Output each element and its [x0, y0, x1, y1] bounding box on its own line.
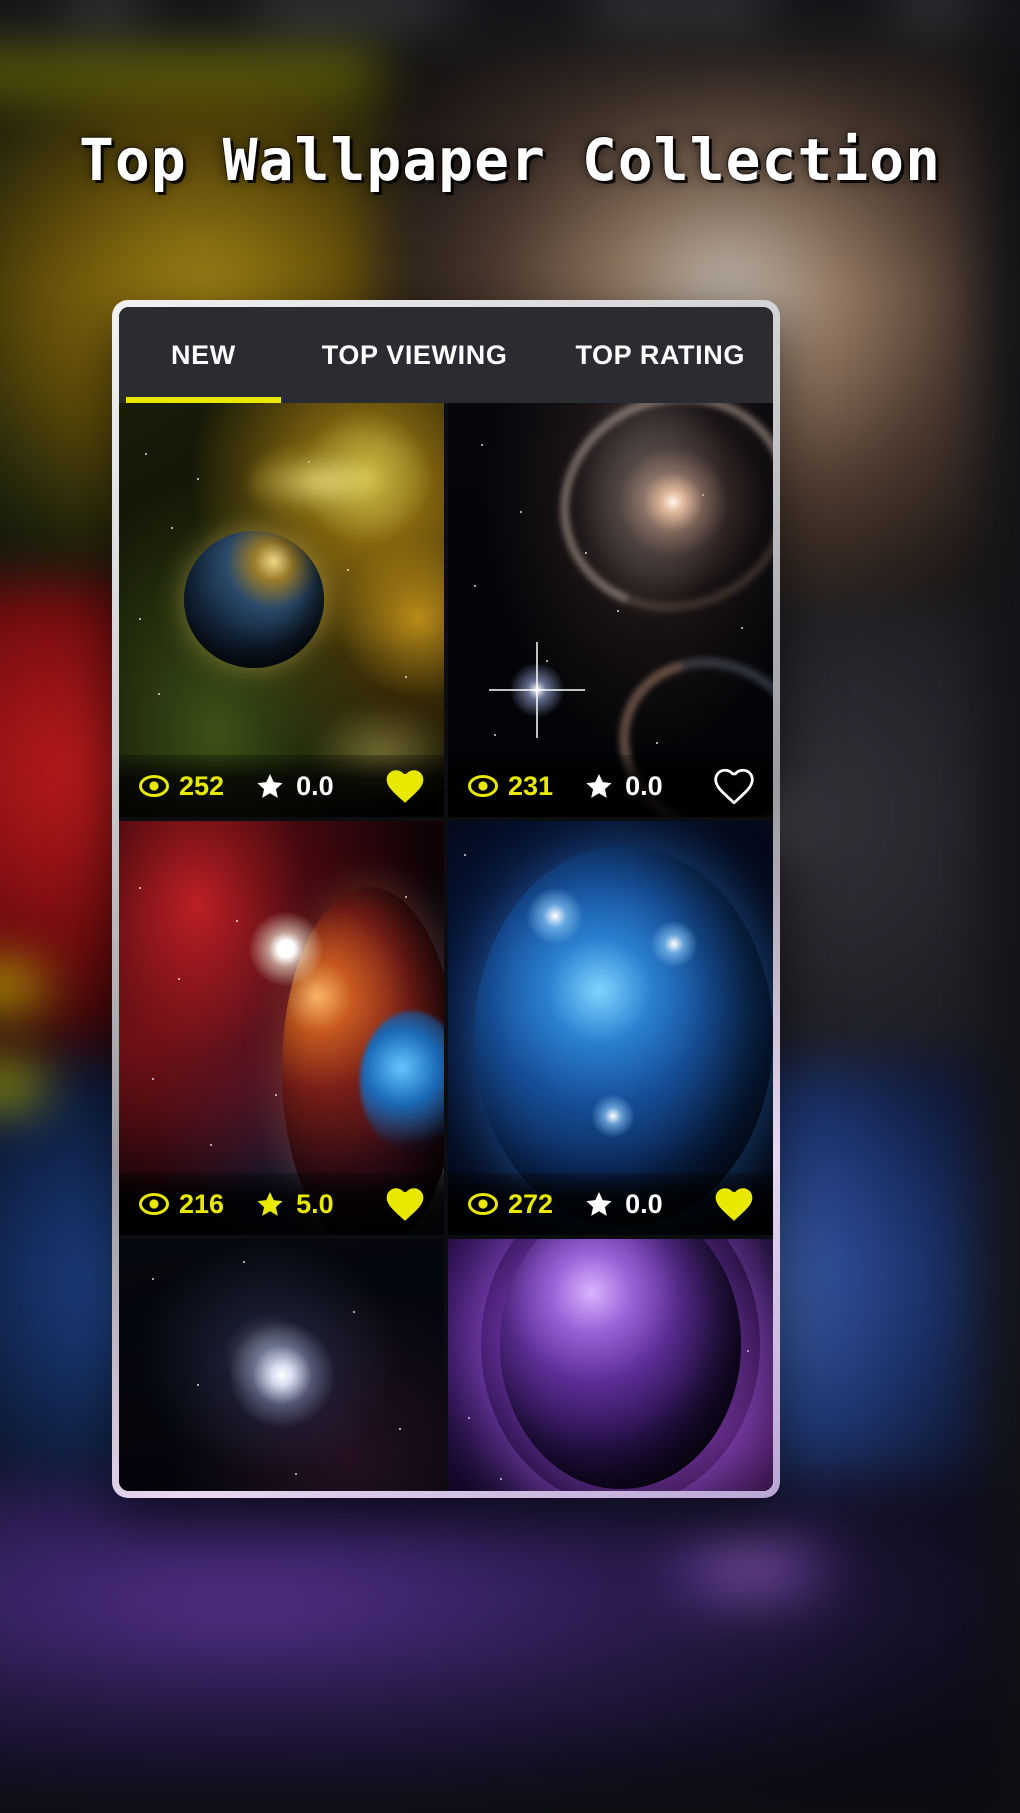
eye-icon: [139, 1193, 169, 1215]
rating-value: 0.0: [625, 770, 663, 801]
view-count: 252: [179, 770, 225, 801]
wallpaper-card[interactable]: 272 0.0: [448, 821, 773, 1235]
card-meta-bar: 252 0.0: [119, 755, 444, 817]
city-glow: [526, 887, 584, 946]
wallpaper-thumbnail: [448, 1239, 773, 1491]
planet-shape: [474, 845, 773, 1227]
city-glow: [649, 920, 698, 969]
rating-value: 0.0: [296, 770, 334, 801]
tab-top-viewing[interactable]: TOP VIEWING: [288, 307, 542, 403]
city-glow: [591, 1094, 635, 1139]
tab-new[interactable]: NEW: [119, 307, 288, 403]
heart-filled-icon[interactable]: [384, 765, 426, 807]
star-icon: [256, 1191, 284, 1218]
heart-filled-icon[interactable]: [384, 1183, 426, 1225]
rating-value: 0.0: [625, 1188, 663, 1219]
rating-value: 5.0: [296, 1188, 334, 1219]
wallpaper-card[interactable]: 252 0.0: [119, 403, 444, 817]
tab-top-rating[interactable]: TOP RATING: [541, 307, 773, 403]
star-icon: [585, 773, 613, 800]
wallpaper-card[interactable]: 216 5.0: [119, 821, 444, 1235]
star-icon: [256, 773, 284, 800]
card-meta-bar: 231 0.0: [448, 755, 773, 817]
bright-star: [249, 912, 323, 987]
card-meta-bar: 216 5.0: [119, 1173, 444, 1235]
eye-icon: [468, 1193, 498, 1215]
eye-icon: [139, 775, 169, 797]
heart-filled-icon[interactable]: [713, 1183, 755, 1225]
view-count: 272: [508, 1188, 554, 1219]
planet-shape: [184, 531, 324, 668]
tab-bar: NEW TOP VIEWING TOP RATING RAN: [119, 307, 773, 403]
eye-icon: [468, 775, 498, 797]
phone-panel: NEW TOP VIEWING TOP RATING RAN: [119, 307, 773, 1491]
heart-outline-icon[interactable]: [713, 765, 755, 807]
bright-star: [506, 659, 567, 720]
page-title: Top Wallpaper Collection: [78, 126, 942, 194]
tab-top-rating-label: TOP RATING: [575, 339, 745, 370]
view-count: 231: [508, 770, 554, 801]
phone-panel-frame: NEW TOP VIEWING TOP RATING RAN: [112, 300, 780, 1498]
wallpaper-card[interactable]: 231 0.0: [448, 403, 773, 817]
tab-new-label: NEW: [171, 339, 236, 370]
wallpaper-card[interactable]: [119, 1239, 444, 1491]
nebula-cloud: [249, 436, 431, 528]
wallpaper-grid: 252 0.0 231 0.0 216 5.0 272 0.0: [119, 403, 773, 1491]
wallpaper-thumbnail: [119, 1239, 444, 1491]
tab-top-viewing-label: TOP VIEWING: [321, 339, 508, 370]
star-icon: [585, 1191, 613, 1218]
card-meta-bar: 272 0.0: [448, 1173, 773, 1235]
view-count: 216: [179, 1188, 225, 1219]
wallpaper-card[interactable]: [448, 1239, 773, 1491]
